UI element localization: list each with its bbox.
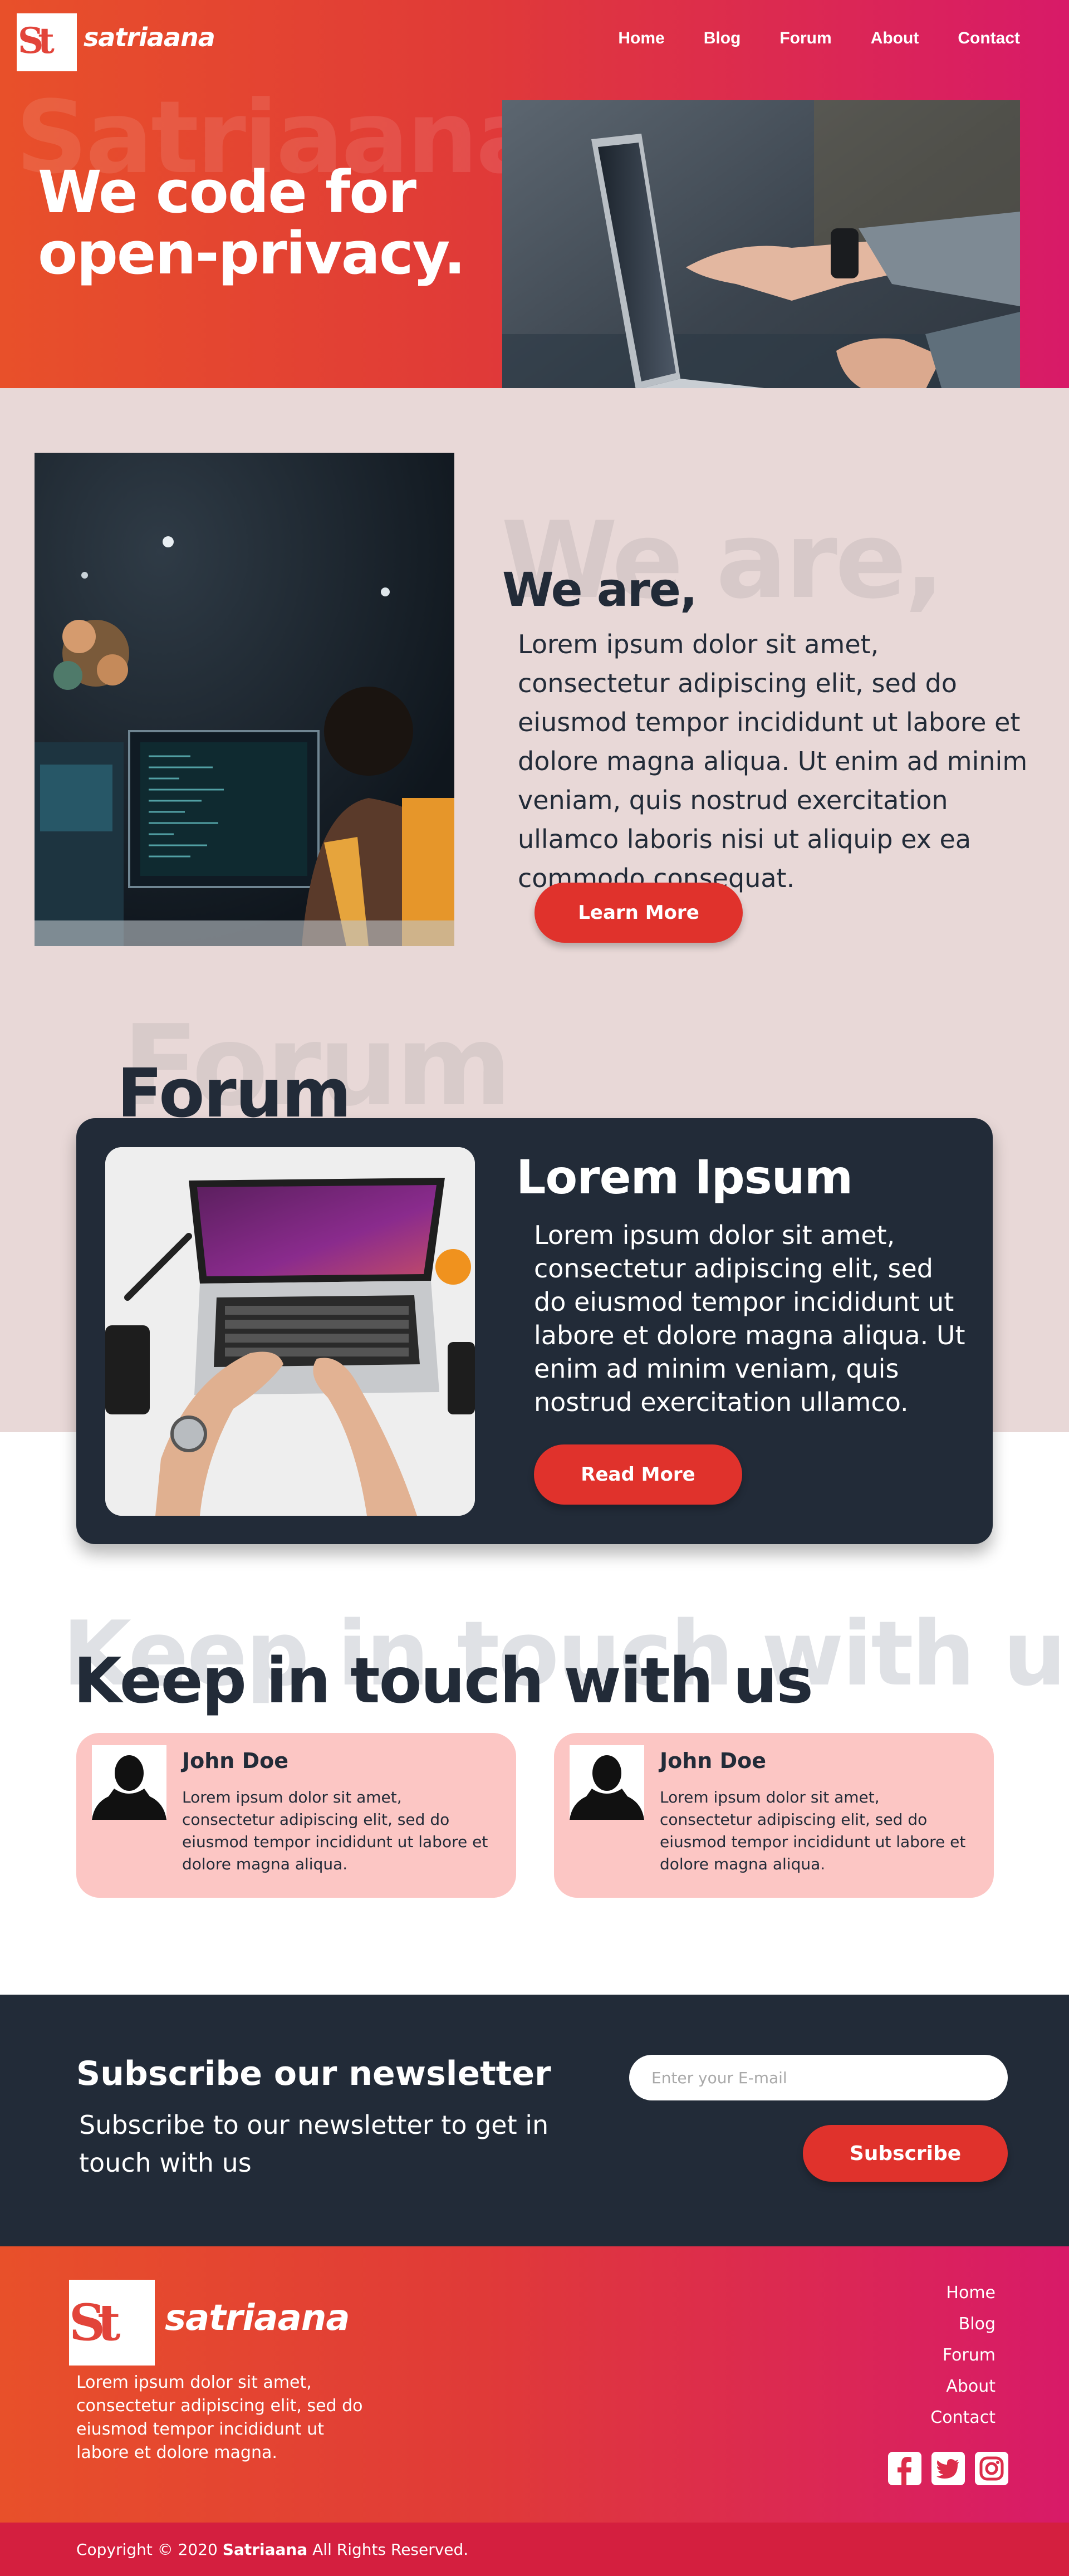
footer-wordmark[interactable]: satriaana — [165, 2298, 350, 2339]
footer-link-contact[interactable]: Contact — [930, 2402, 996, 2433]
testimonial-text: Lorem ipsum dolor sit amet, consectetur … — [182, 1788, 488, 1873]
subscribe-button[interactable]: Subscribe — [803, 2125, 1008, 2182]
forum-title: Forum — [117, 1055, 351, 1133]
footer: St satriaana Lorem ipsum dolor sit amet,… — [0, 2246, 1069, 2576]
footer-text: Lorem ipsum dolor sit amet, consectetur … — [76, 2373, 363, 2462]
avatar — [570, 1745, 644, 1820]
nav-forum[interactable]: Forum — [779, 29, 831, 48]
about-office-photo — [35, 453, 454, 946]
main-nav: Home Blog Forum About Contact — [579, 29, 1020, 48]
brand-logo-glyph: St — [18, 20, 55, 62]
forum-laptop-photo — [105, 1147, 475, 1516]
copyright-prefix: Copyright © 2020 — [76, 2540, 218, 2559]
read-more-button[interactable]: Read More — [534, 1444, 742, 1505]
hero-title: We code for open-privacy. — [38, 161, 483, 284]
nav-blog[interactable]: Blog — [704, 29, 741, 48]
copyright-brand: Satriaana — [222, 2540, 308, 2559]
footer-link-blog[interactable]: Blog — [930, 2309, 996, 2340]
newsletter-title: Subscribe our newsletter — [76, 2054, 551, 2093]
footer-link-about[interactable]: About — [930, 2371, 996, 2402]
about-title: We are, — [502, 562, 698, 617]
social-links — [887, 2451, 1009, 2486]
footer-link-forum[interactable]: Forum — [930, 2340, 996, 2371]
copyright-text: Copyright © 2020 Satriaana All Rights Re… — [76, 2540, 468, 2559]
footer-logo[interactable]: St — [69, 2280, 155, 2366]
copyright-bar: Copyright © 2020 Satriaana All Rights Re… — [0, 2523, 1069, 2576]
hero-title-line-2: open-privacy. — [38, 219, 465, 287]
twitter-icon[interactable] — [931, 2451, 965, 2486]
testimonial-card: John Doe Lorem ipsum dolor sit amet, con… — [76, 1733, 516, 1898]
brand-wordmark[interactable]: satriaana — [84, 22, 215, 52]
facebook-icon[interactable] — [887, 2451, 922, 2486]
footer-logo-glyph: St — [69, 2293, 121, 2352]
testimonial-text: Lorem ipsum dolor sit amet, consectetur … — [660, 1788, 966, 1873]
copyright-suffix: All Rights Reserved. — [312, 2540, 469, 2559]
testimonial-card: John Doe Lorem ipsum dolor sit amet, con… — [554, 1733, 994, 1898]
newsletter-section: Subscribe our newsletter Subscribe to ou… — [0, 1995, 1069, 2246]
forum-card-title: Lorem Ipsum — [516, 1150, 853, 1204]
testimonial-name: John Doe — [660, 1749, 767, 1773]
forum-card-text: Lorem ipsum dolor sit amet, consectetur … — [534, 1220, 965, 1417]
about-paragraph: Lorem ipsum dolor sit amet, consectetur … — [518, 629, 1028, 893]
footer-link-home[interactable]: Home — [930, 2278, 996, 2309]
testimonial-name: John Doe — [182, 1749, 289, 1773]
contact-title: Keep in touch with us — [73, 1645, 813, 1717]
brand-logo[interactable]: St — [17, 13, 77, 71]
nav-contact[interactable]: Contact — [958, 29, 1020, 48]
avatar — [92, 1745, 166, 1820]
nav-about[interactable]: About — [871, 29, 919, 48]
nav-home[interactable]: Home — [618, 29, 664, 48]
forum-card: Lorem Ipsum Lorem ipsum dolor sit amet, … — [76, 1118, 993, 1544]
top-navbar: St satriaana Home Blog Forum About Conta… — [0, 0, 1069, 78]
instagram-icon[interactable] — [974, 2451, 1009, 2486]
learn-more-button[interactable]: Learn More — [534, 883, 743, 943]
email-field[interactable] — [629, 2055, 1008, 2100]
footer-nav: Home Blog Forum About Contact — [930, 2278, 996, 2433]
newsletter-text: Subscribe to our newsletter to get in to… — [79, 2110, 549, 2178]
hero-title-line-1: We code for — [38, 158, 416, 226]
